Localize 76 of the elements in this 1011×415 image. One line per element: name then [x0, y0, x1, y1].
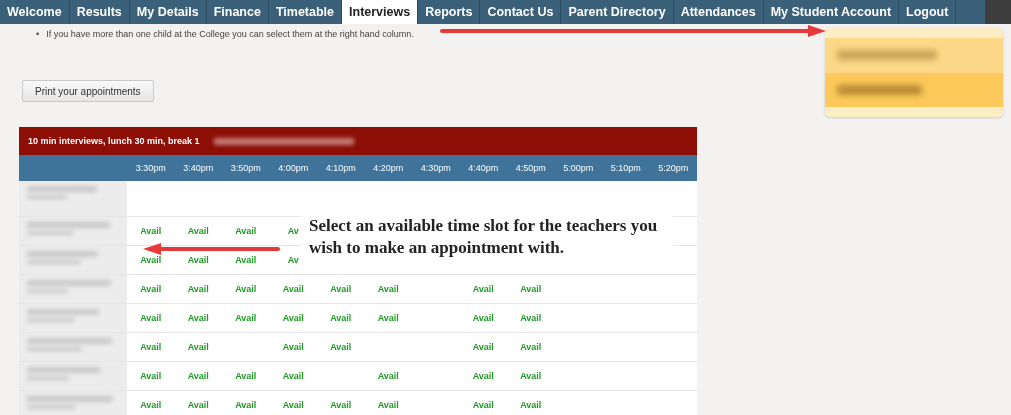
avail-slot[interactable]: Avail — [140, 284, 162, 294]
avail-slot[interactable]: Avail — [472, 371, 494, 381]
nav-tab[interactable]: Logout — [899, 0, 957, 24]
avail-slot[interactable]: Avail — [140, 342, 162, 352]
avail-slot[interactable]: Avail — [472, 342, 494, 352]
avail-slot[interactable]: Av — [287, 226, 299, 236]
instruction-text: Select an available time slot for the teachers you wish to make an appointment with. — [309, 215, 659, 259]
avail-slot[interactable]: Avail — [282, 371, 304, 381]
avail-slot[interactable]: Avail — [187, 255, 209, 265]
avail-slot[interactable]: Avail — [187, 313, 209, 323]
avail-slot[interactable]: Avail — [187, 400, 209, 410]
avail-slot[interactable]: Avail — [520, 313, 542, 323]
avail-slot[interactable]: Avail — [330, 400, 352, 410]
time-label: 5:10pm — [609, 162, 642, 175]
avail-slot[interactable]: Avail — [520, 342, 542, 352]
avail-slot[interactable]: Avail — [235, 371, 257, 381]
avail-slot[interactable]: Avail — [377, 400, 399, 410]
time-label: 5:00pm — [562, 162, 595, 175]
time-label: 4:10pm — [324, 162, 357, 175]
avail-slot[interactable]: Avail — [187, 371, 209, 381]
time-label: 4:20pm — [372, 162, 405, 175]
time-label: 3:50pm — [229, 162, 262, 175]
avail-slot[interactable]: Avail — [235, 226, 257, 236]
header-block — [985, 0, 1011, 24]
nav-tab[interactable]: Reports — [418, 0, 481, 24]
avail-slot[interactable]: Avail — [235, 255, 257, 265]
nav-tab[interactable]: My Details — [129, 0, 207, 24]
avail-slot[interactable]: Avail — [235, 313, 257, 323]
nav-tab[interactable]: Parent Directory — [561, 0, 674, 24]
avail-slot[interactable]: Avail — [235, 284, 257, 294]
time-label: 5:20pm — [657, 162, 690, 175]
schedule-title: 10 min interviews, lunch 30 min, break 1 — [28, 136, 200, 146]
avail-slot[interactable]: Avail — [140, 371, 162, 381]
nav-tab[interactable]: My Student Account — [763, 0, 900, 24]
print-button[interactable]: Print your appointments — [22, 80, 154, 102]
time-label: 3:30pm — [134, 162, 167, 175]
avail-slot[interactable]: Av — [287, 255, 299, 265]
nav-tab[interactable]: Contact Us — [480, 0, 562, 24]
avail-slot[interactable]: Avail — [140, 226, 162, 236]
avail-slot[interactable]: Avail — [330, 284, 352, 294]
time-label: 4:00pm — [277, 162, 310, 175]
child-item[interactable] — [825, 38, 1003, 73]
avail-slot[interactable]: Avail — [377, 371, 399, 381]
time-label: 4:50pm — [514, 162, 547, 175]
avail-slot[interactable]: Avail — [282, 284, 304, 294]
avail-slot[interactable]: Avail — [140, 400, 162, 410]
avail-slot[interactable]: Avail — [472, 284, 494, 294]
avail-slot[interactable]: Avail — [472, 400, 494, 410]
nav-tab[interactable]: Results — [69, 0, 130, 24]
avail-slot[interactable]: Avail — [140, 255, 162, 265]
child-item[interactable] — [825, 72, 1003, 107]
avail-slot[interactable]: Avail — [235, 400, 257, 410]
avail-slot[interactable]: Avail — [520, 400, 542, 410]
avail-slot[interactable]: Avail — [330, 342, 352, 352]
avail-slot[interactable]: Avail — [377, 284, 399, 294]
avail-slot[interactable]: Avail — [282, 313, 304, 323]
info-note: If you have more than one child at the College you can select them at the right hand column. — [46, 28, 414, 40]
time-label: 4:40pm — [467, 162, 500, 175]
time-label: 4:30pm — [419, 162, 452, 175]
nav-tab[interactable]: Finance — [206, 0, 269, 24]
avail-slot[interactable]: Avail — [282, 400, 304, 410]
avail-slot[interactable]: Avail — [187, 342, 209, 352]
avail-slot[interactable]: Avail — [187, 284, 209, 294]
avail-slot[interactable]: Avail — [520, 371, 542, 381]
avail-slot[interactable]: Avail — [520, 284, 542, 294]
time-label: 3:40pm — [182, 162, 215, 175]
avail-slot[interactable]: Avail — [187, 226, 209, 236]
avail-slot[interactable]: Avail — [140, 313, 162, 323]
avail-slot[interactable]: Avail — [282, 342, 304, 352]
nav-tab[interactable]: Welcome — [0, 0, 70, 24]
avail-slot[interactable]: Avail — [472, 313, 494, 323]
bullet: • — [36, 28, 40, 40]
nav-tab[interactable]: Attendances — [673, 0, 764, 24]
avail-slot[interactable]: Avail — [377, 313, 399, 323]
avail-slot[interactable]: Avail — [330, 313, 352, 323]
nav-tab[interactable]: Interviews — [342, 0, 419, 24]
